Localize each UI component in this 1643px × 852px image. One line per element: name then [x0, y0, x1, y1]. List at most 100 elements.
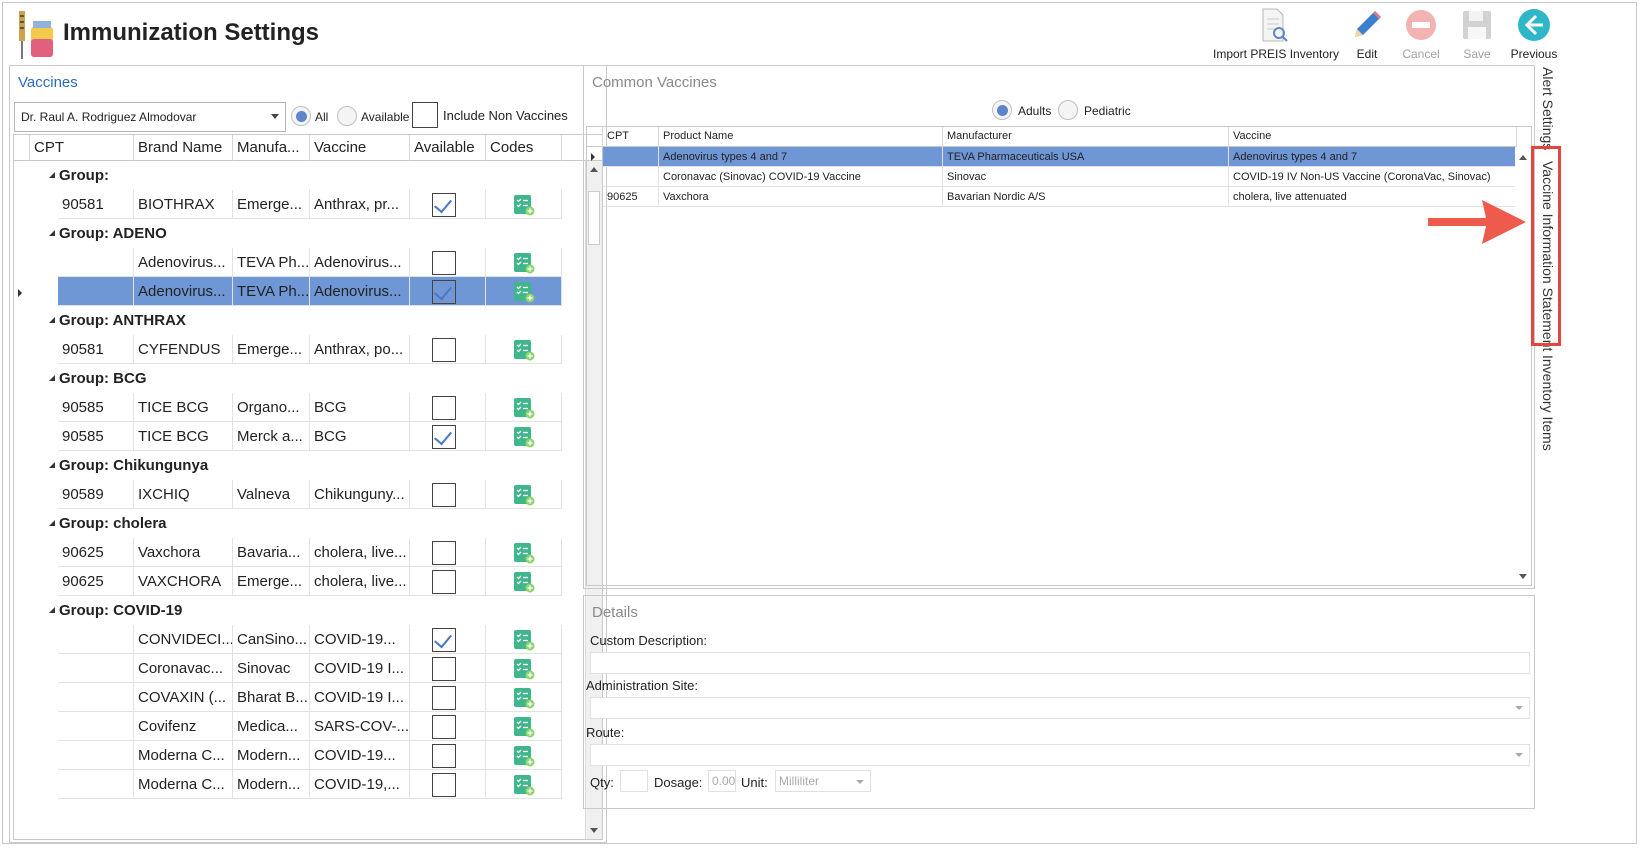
available-checkbox[interactable] [432, 280, 456, 304]
available-checkbox[interactable] [432, 425, 456, 449]
scroll-up-icon[interactable] [1519, 155, 1527, 160]
cell-brand-name: Moderna C... [134, 741, 233, 770]
include-non-vaccines-checkbox[interactable] [412, 102, 438, 128]
table-row[interactable]: Adenovirus... TEVA Ph... Adenovirus... [14, 277, 602, 306]
available-checkbox[interactable] [432, 396, 456, 420]
codes-checklist-icon[interactable] [513, 252, 535, 274]
available-checkbox[interactable] [432, 715, 456, 739]
qty-input[interactable] [620, 770, 648, 792]
table-row[interactable]: 90625 VAXCHORA Emerge... cholera, live... [14, 567, 602, 596]
table-row[interactable]: Coronavac... Sinovac COVID-19 I... [14, 654, 602, 683]
available-checkbox[interactable] [432, 251, 456, 275]
codes-checklist-icon[interactable] [513, 339, 535, 361]
available-checkbox[interactable] [432, 657, 456, 681]
codes-checklist-icon[interactable] [513, 484, 535, 506]
table-row[interactable]: Moderna C... Modern... COVID-19,... [14, 770, 602, 799]
table-row[interactable]: 90585 TICE BCG Merck a... BCG [14, 422, 602, 451]
column-header-available[interactable]: Available [410, 135, 486, 161]
group-row[interactable]: Group: Chikungunya [14, 451, 602, 480]
column-header-cpt[interactable]: CPT [30, 135, 134, 161]
tab-alert-settings[interactable]: Alert Settings [1540, 67, 1556, 150]
codes-checklist-icon[interactable] [513, 194, 535, 216]
cancel-button[interactable]: Cancel [1401, 7, 1441, 63]
table-row[interactable]: 90589 IXCHIQ Valneva Chikunguny... [14, 480, 602, 509]
tab-inventory-items[interactable]: Inventory Items [1540, 355, 1556, 451]
collapse-triangle-icon[interactable] [49, 462, 55, 468]
codes-checklist-icon[interactable] [513, 774, 535, 796]
available-checkbox[interactable] [432, 338, 456, 362]
column-header-brand-name[interactable]: Brand Name [134, 135, 233, 161]
available-checkbox[interactable] [432, 570, 456, 594]
available-checkbox[interactable] [432, 773, 456, 797]
available-checkbox[interactable] [432, 686, 456, 710]
codes-checklist-icon[interactable] [513, 629, 535, 651]
table-row[interactable]: Coronavac (Sinovac) COVID-19 Vaccine Sino… [587, 167, 1517, 187]
table-row[interactable]: CONVIDECI... CanSino... COVID-19... [14, 625, 602, 654]
available-checkbox[interactable] [432, 193, 456, 217]
column-header-product-name[interactable]: Product Name [659, 127, 943, 147]
collapse-triangle-icon[interactable] [49, 230, 55, 236]
cell-brand-name: Adenovirus... [134, 277, 233, 306]
table-row[interactable]: Adenovirus types 4 and 7 TEVA Pharmaceuti… [587, 147, 1517, 167]
group-row[interactable]: Group: ANTHRAX [14, 306, 602, 335]
codes-checklist-icon[interactable] [513, 426, 535, 448]
group-row[interactable]: Group: COVID-19 [14, 596, 602, 625]
scroll-down-icon[interactable] [1519, 574, 1527, 579]
available-checkbox[interactable] [432, 483, 456, 507]
cell-vaccine: Adenovirus... [310, 248, 410, 277]
column-header-vaccine[interactable]: Vaccine [1229, 127, 1517, 147]
administration-site-select[interactable] [590, 697, 1530, 719]
codes-checklist-icon[interactable] [513, 542, 535, 564]
group-row[interactable]: Group: [14, 161, 602, 190]
table-row[interactable]: 90581 CYFENDUS Emerge... Anthrax, po... [14, 335, 602, 364]
column-header-vaccine[interactable]: Vaccine [310, 135, 410, 161]
scroll-down-icon[interactable] [590, 828, 598, 833]
table-row[interactable]: COVAXIN (... Bharat B... COVID-19 I... [14, 683, 602, 712]
available-checkbox[interactable] [432, 541, 456, 565]
column-header-codes[interactable]: Codes [486, 135, 562, 161]
column-header-manufacturer[interactable]: Manufacturer [943, 127, 1229, 147]
table-row[interactable]: Adenovirus... TEVA Ph... Adenovirus... [14, 248, 602, 277]
codes-checklist-icon[interactable] [513, 687, 535, 709]
details-panel: Details Custom Description: Administrati… [583, 595, 1535, 809]
table-row[interactable]: 90625 Vaxchora Bavarian Nordic A/S cholera,… [587, 187, 1517, 207]
collapse-triangle-icon[interactable] [49, 317, 55, 323]
filter-pediatric-radio[interactable] [1058, 100, 1078, 120]
save-button[interactable]: Save [1457, 7, 1497, 63]
table-row[interactable]: 90625 Vaxchora Bavaria... cholera, live... [14, 538, 602, 567]
route-select[interactable] [590, 744, 1530, 766]
collapse-triangle-icon[interactable] [49, 375, 55, 381]
edit-button[interactable]: Edit [1347, 7, 1387, 63]
filter-available-radio[interactable] [337, 106, 357, 126]
group-row[interactable]: Group: ADENO [14, 219, 602, 248]
table-row[interactable]: 90585 TICE BCG Organo... BCG [14, 393, 602, 422]
available-checkbox[interactable] [432, 744, 456, 768]
codes-checklist-icon[interactable] [513, 716, 535, 738]
column-header-manufacturer[interactable]: Manufa... [233, 135, 310, 161]
filter-all-radio[interactable] [291, 106, 311, 126]
unit-select[interactable]: Milliliter [775, 770, 871, 792]
provider-select[interactable]: Dr. Raul A. Rodriguez Almodovar [14, 102, 286, 132]
filter-adults-radio[interactable] [992, 100, 1012, 120]
codes-checklist-icon[interactable] [513, 658, 535, 680]
column-header-cpt[interactable]: CPT [603, 127, 659, 147]
collapse-triangle-icon[interactable] [49, 172, 55, 178]
table-row[interactable]: 90581 BIOTHRAX Emerge... Anthrax, pr... [14, 190, 602, 219]
custom-description-input[interactable] [590, 652, 1530, 674]
available-checkbox[interactable] [432, 628, 456, 652]
codes-checklist-icon[interactable] [513, 571, 535, 593]
dosage-input[interactable]: 0.00 [708, 770, 736, 792]
previous-button[interactable]: Previous [1509, 7, 1559, 63]
group-row[interactable]: Group: cholera [14, 509, 602, 538]
codes-checklist-icon[interactable] [513, 397, 535, 419]
table-row[interactable]: Covifenz Medica... SARS-COV-... [14, 712, 602, 741]
codes-checklist-icon[interactable] [513, 745, 535, 767]
import-preis-inventory-button[interactable]: Import PREIS Inventory [1213, 7, 1339, 63]
cell-cpt [58, 712, 134, 741]
group-row[interactable]: Group: BCG [14, 364, 602, 393]
codes-checklist-icon[interactable] [513, 281, 535, 303]
table-row[interactable]: Moderna C... Modern... COVID-19... [14, 741, 602, 770]
cell-brand-name: Adenovirus... [134, 248, 233, 277]
collapse-triangle-icon[interactable] [49, 607, 55, 613]
collapse-triangle-icon[interactable] [49, 520, 55, 526]
